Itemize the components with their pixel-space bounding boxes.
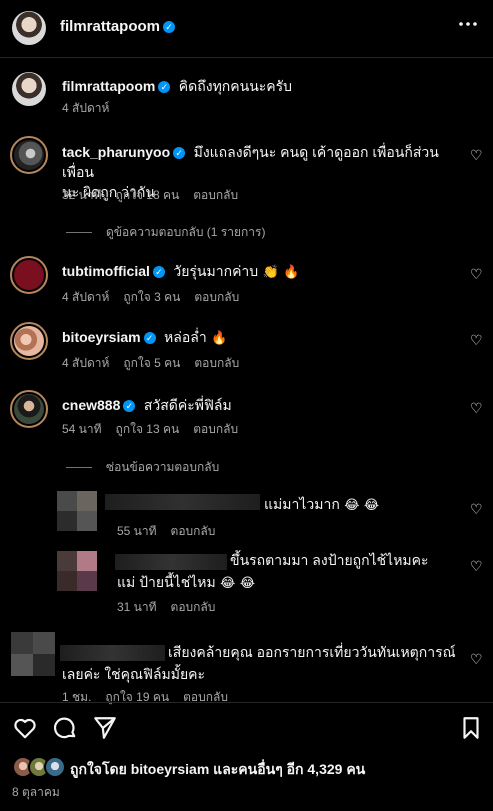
hide-replies-label: ซ่อนข้อความตอบกลับ (106, 460, 220, 474)
reply-button[interactable]: ตอบกลับ (193, 188, 238, 202)
post-date: 8 ตุลาคม (12, 785, 60, 799)
like-heart-icon[interactable]: ♡ (470, 147, 483, 164)
view-replies-button[interactable]: ดูข้อความตอบกลับ (1 รายการ) (66, 223, 279, 242)
comment-avatar[interactable] (10, 256, 48, 294)
comment-likes[interactable]: ถูกใจ 3 คน (123, 290, 180, 304)
fire-emoji-icon: 🔥 (211, 330, 228, 345)
comment-meta: 4 สัปดาห์ ถูกใจ 5 คน ตอบกลับ (62, 354, 253, 373)
reply-text-cont: แม่ ป้ายนี้ไช่ไหม (117, 574, 216, 590)
laughing-emoji-icon: 😂 (363, 497, 380, 512)
view-replies-label: ดูข้อความตอบกลับ (1 รายการ) (106, 225, 266, 239)
comment-time: 4 สัปดาห์ (62, 356, 110, 370)
comment-username[interactable]: tubtimofficial (62, 263, 150, 279)
comment-likes[interactable]: ถูกใจ 13 คน (116, 422, 180, 436)
comment-time: 4 สัปดาห์ (62, 290, 110, 304)
comment-meta: 32 นาที ถูกใจ 18 คน ตอบกลับ (62, 186, 252, 205)
comment-body: bitoeyrsiam ✓ หล่อล่ำ 🔥 (62, 327, 227, 347)
liker-avatar (44, 756, 66, 778)
bookmark-icon[interactable] (458, 715, 484, 741)
reply-button[interactable]: ตอบกลับ (194, 356, 239, 370)
divider (66, 467, 92, 469)
verified-badge-icon: ✓ (173, 146, 186, 159)
comment-bubble-icon[interactable] (52, 715, 78, 741)
like-heart-icon[interactable]: ♡ (470, 558, 483, 575)
comment-likes[interactable]: ถูกใจ 18 คน (116, 188, 180, 202)
comment-body: เสียงคล้ายคุณ ออกรายการเที่ยววันทันเหตุก… (168, 642, 456, 662)
reply-body-cont: แม่ ป้ายนี้ไช่ไหม 😂 😂 (117, 572, 255, 592)
caption-line: filmrattapoom ✓ คิดถึงทุกคนนะครับ (62, 76, 292, 96)
comment-avatar[interactable] (10, 322, 48, 360)
verified-badge-icon: ✓ (158, 80, 171, 93)
reply-time: 55 นาที (117, 524, 157, 538)
like-heart-icon[interactable]: ♡ (470, 651, 483, 668)
header-avatar[interactable] (12, 11, 46, 45)
verified-badge-icon: ✓ (123, 399, 136, 412)
post-header: filmrattapoom ✓ (0, 0, 493, 58)
reply-avatar-redacted[interactable] (57, 551, 97, 591)
comment-body: tubtimofficial ✓ วัยรุ่นมากค่าบ 👏 🔥 (62, 261, 299, 281)
comment-body-cont: เลยค่ะ ใช่คุณฟิล์มมั้ยคะ (62, 664, 205, 684)
comment-meta: 54 นาที ถูกใจ 13 คน ตอบกลับ (62, 420, 252, 439)
comment-likes[interactable]: ถูกใจ 5 คน (123, 356, 180, 370)
comment-body: cnew888 ✓ สวัสดีค่ะพี่ฟิล์ม (62, 395, 232, 415)
caption-text: คิดถึงทุกคนนะครับ (178, 78, 293, 94)
comment-avatar-redacted[interactable] (11, 632, 55, 676)
reply-avatar-redacted[interactable] (57, 491, 97, 531)
reply-button[interactable]: ตอบกลับ (194, 290, 239, 304)
redacted-username (105, 494, 260, 510)
hide-replies-button[interactable]: ซ่อนข้อความตอบกลับ (66, 458, 233, 477)
reply-text: ขึ้นรถตามมา ลงป้ายถูกไช้ไหมคะ (230, 552, 429, 568)
laughing-emoji-icon: 😂 (239, 575, 256, 590)
laughing-emoji-icon: 😂 (344, 497, 360, 512)
reply-button[interactable]: ตอบกลับ (171, 524, 216, 538)
more-horizontal-icon[interactable] (456, 12, 480, 36)
reply-button[interactable]: ตอบกลับ (193, 422, 238, 436)
comment-text: วัยรุ่นมากค่าบ (173, 263, 259, 279)
liked-by-avatars[interactable] (12, 756, 66, 778)
like-heart-icon[interactable]: ♡ (470, 501, 483, 518)
liked-by-text[interactable]: ถูกใจโดย bitoeyrsiam และคนอื่นๆ อีก 4,32… (70, 759, 365, 781)
reply-body: แม่มาไวมาก 😂 😂 (264, 494, 379, 514)
comment-text: หล่อล่ำ (164, 329, 207, 345)
reply-time: 31 นาที (117, 600, 157, 614)
fire-emoji-icon: 🔥 (283, 264, 300, 279)
caption-username[interactable]: filmrattapoom (62, 78, 155, 94)
comment-text: สวัสดีค่ะพี่ฟิล์ม (143, 397, 232, 413)
like-heart-icon[interactable] (12, 715, 38, 741)
reply-body: ขึ้นรถตามมา ลงป้ายถูกไช้ไหมคะ (230, 550, 462, 570)
comment-time: 32 นาที (62, 188, 102, 202)
share-send-icon[interactable] (92, 715, 118, 741)
like-heart-icon[interactable]: ♡ (470, 332, 483, 349)
divider (66, 232, 92, 234)
verified-badge-icon: ✓ (143, 331, 156, 344)
caption-avatar[interactable] (12, 72, 46, 106)
like-heart-icon[interactable]: ♡ (470, 400, 483, 417)
reply-meta: 55 นาที ตอบกลับ (117, 522, 229, 541)
comment-avatar[interactable] (10, 390, 48, 428)
redacted-username (115, 554, 227, 570)
like-heart-icon[interactable]: ♡ (470, 266, 483, 283)
comment-meta: 1 ชม. ถูกใจ 19 คน ตอบกลับ (62, 688, 242, 707)
header-username[interactable]: filmrattapoom (60, 18, 160, 35)
comment-username[interactable]: tack_pharunyoo (62, 144, 170, 160)
reply-button[interactable]: ตอบกลับ (171, 600, 216, 614)
comment-username[interactable]: bitoeyrsiam (62, 329, 141, 345)
header-user: filmrattapoom ✓ (60, 18, 179, 36)
comment-text-cont: เลยค่ะ ใช่คุณฟิล์มมั้ยคะ (62, 666, 206, 682)
redacted-username (60, 645, 165, 661)
footer-divider (0, 702, 493, 703)
reply-text: แม่มาไวมาก (264, 496, 340, 512)
laughing-emoji-icon: 😂 (220, 575, 236, 590)
comment-time: 54 นาที (62, 422, 102, 436)
caption-time: 4 สัปดาห์ (62, 101, 110, 115)
comment-text: เสียงคล้ายคุณ ออกรายการเที่ยววันทันเหตุก… (168, 644, 456, 660)
comment-username[interactable]: cnew888 (62, 397, 120, 413)
verified-badge-icon: ✓ (163, 20, 176, 33)
comment-avatar[interactable] (10, 136, 48, 174)
reply-meta: 31 นาที ตอบกลับ (117, 598, 229, 617)
clapping-hands-emoji-icon: 👏 (262, 264, 279, 279)
comment-meta: 4 สัปดาห์ ถูกใจ 3 คน ตอบกลับ (62, 288, 253, 307)
verified-badge-icon: ✓ (152, 265, 165, 278)
